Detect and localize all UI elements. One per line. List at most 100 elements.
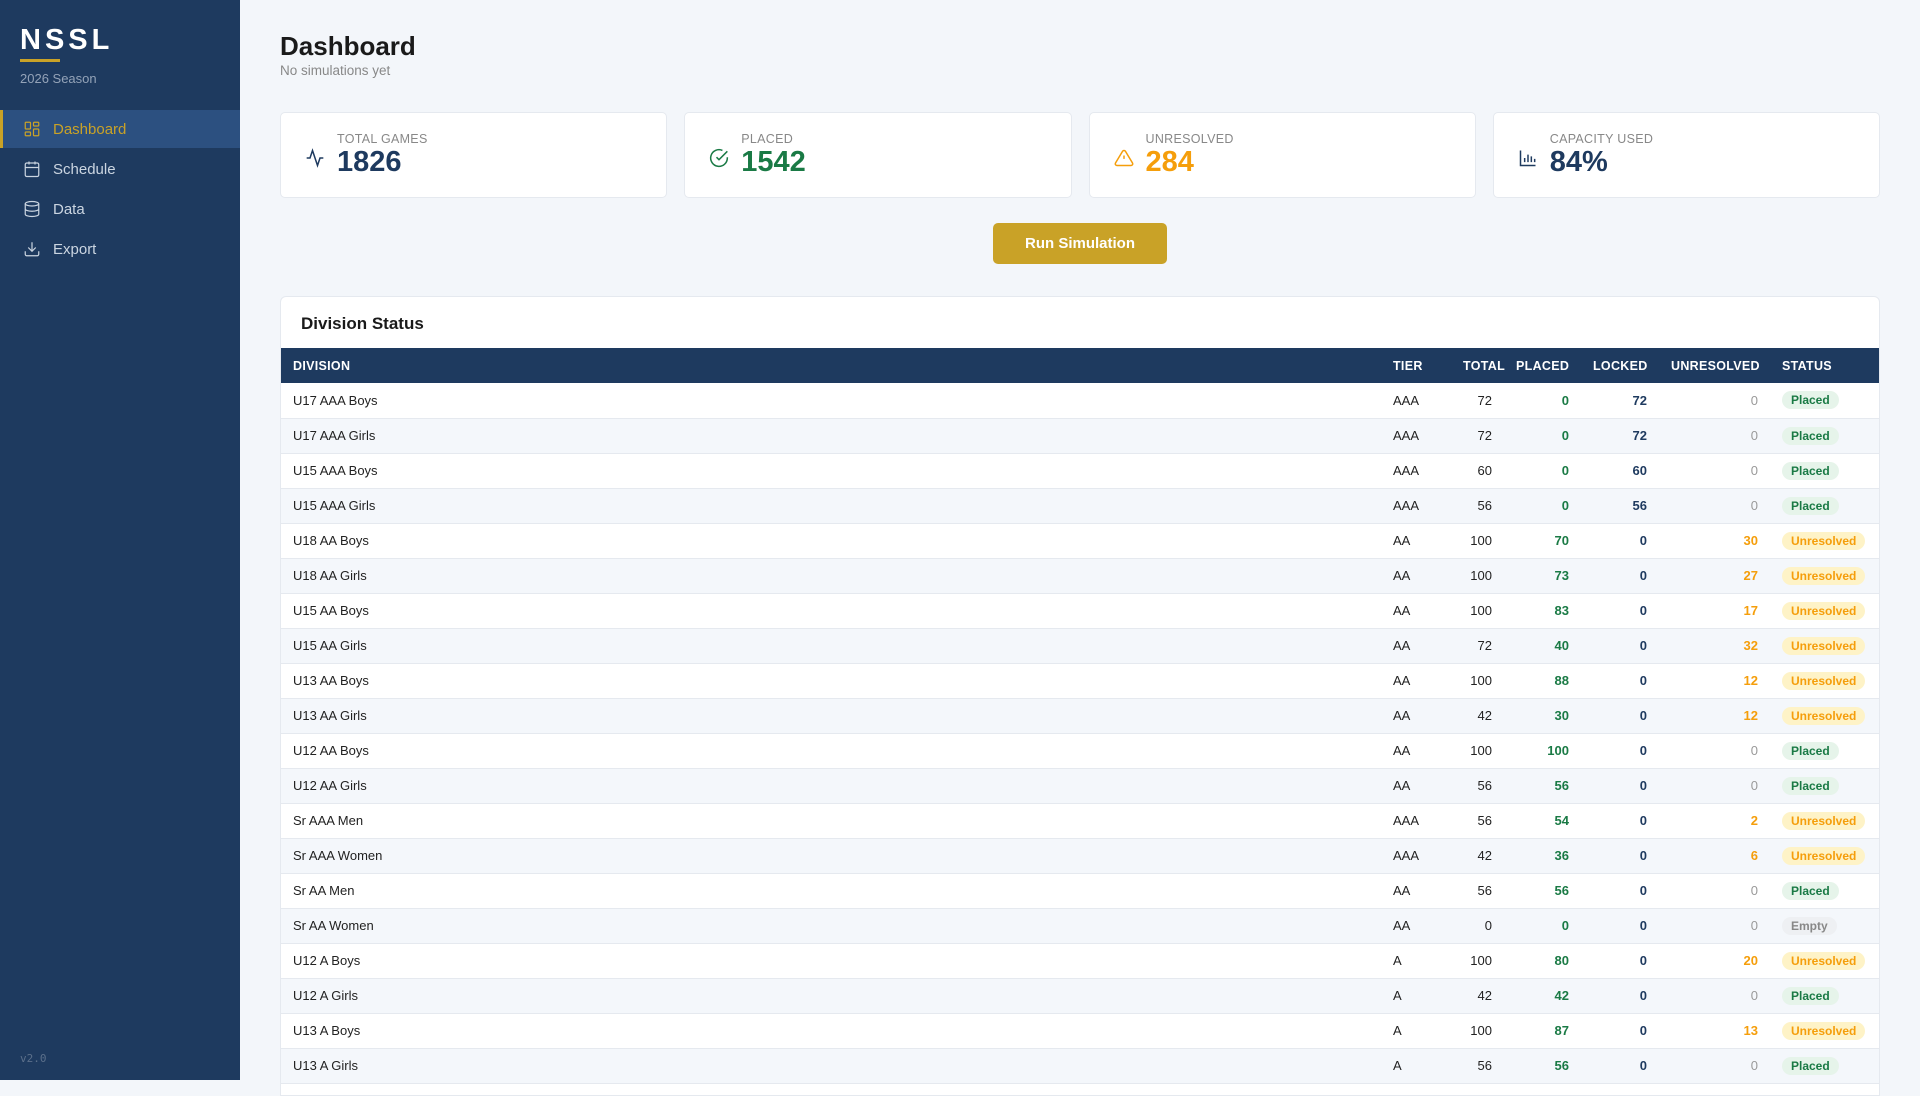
status-cell: Unresolved [1770,943,1879,979]
total-cell: 56 [1451,768,1504,804]
status-badge: Unresolved [1782,1021,1866,1040]
status-cell: Unresolved [1770,593,1879,629]
bar-chart-icon [1519,150,1536,167]
table-row: U12 AA Boys AA 100 100 0 0 Placed [281,733,1879,769]
status-cell: Placed [1770,978,1879,1014]
sidebar-item-export[interactable]: Export [0,230,240,268]
locked-cell: 0 [1581,978,1659,1014]
table-row: Sr AA Women AA 0 0 0 0 Empty [281,908,1879,944]
season-label: 2026 Season [20,71,97,86]
unresolved-cell: 0 [1659,873,1770,909]
locked-cell: 0 [1581,558,1659,594]
panel-title: Division Status [301,314,424,333]
division-status-panel: Division Status DIVISION TIER TOTAL PLAC… [280,296,1880,1096]
unresolved-cell: 0 [1659,453,1770,489]
table-row: U15 AAA Boys AAA 60 0 60 0 Placed [281,453,1879,489]
table-row: U18 AA Boys AA 100 70 0 30 Unresolved [281,523,1879,559]
stat-card-capacity: CAPACITY USED 84% [1492,112,1880,198]
locked-cell: 0 [1581,838,1659,874]
locked-cell: 60 [1581,453,1659,489]
col-division: DIVISION [281,348,1381,383]
unresolved-cell: 0 [1659,418,1770,454]
locked-cell: 56 [1581,488,1659,524]
division-cell: U15 AA Girls [281,628,1381,664]
sidebar: NSSL 2026 Season Dashboard Schedule Data… [0,0,240,1080]
unresolved-cell: 30 [1659,523,1770,559]
col-placed: PLACED [1504,348,1581,383]
sidebar-item-data[interactable]: Data [0,190,240,228]
placed-cell: 0 [1504,453,1581,489]
status-cell: Placed [1770,418,1879,454]
tier-cell: AAA [1381,453,1451,489]
status-cell: Placed [1770,453,1879,489]
sidebar-item-dashboard[interactable]: Dashboard [0,110,240,148]
total-cell: 100 [1451,593,1504,629]
placed-cell: 88 [1504,663,1581,699]
placed-cell: 80 [1504,943,1581,979]
status-cell: Placed [1770,873,1879,909]
table-row: U13 A Girls A 56 56 0 0 Placed [281,1048,1879,1084]
sidebar-item-schedule[interactable]: Schedule [0,150,240,188]
locked-cell: 0 [1581,873,1659,909]
sidebar-item-label: Data [53,200,85,218]
status-cell: Placed [1770,1048,1879,1084]
status-badge: Unresolved [1782,671,1866,690]
total-cell: 100 [1451,1013,1504,1049]
locked-cell: 0 [1581,803,1659,839]
table-row: U13 A Boys A 100 87 0 13 Unresolved [281,1013,1879,1049]
placed-cell: 56 [1504,873,1581,909]
tier-cell: AAA [1381,488,1451,524]
total-cell: 42 [1451,838,1504,874]
table-row: U12 A Girls A 42 42 0 0 Placed [281,978,1879,1014]
status-cell: Unresolved [1770,838,1879,874]
locked-cell: 0 [1581,1013,1659,1049]
total-cell: 42 [1451,698,1504,734]
status-badge: Unresolved [1782,601,1866,620]
division-cell: U13 AA Girls [281,698,1381,734]
division-cell: U13 A Boys [281,1013,1381,1049]
unresolved-cell: 0 [1659,908,1770,944]
stat-value: 1826 [337,146,402,178]
table-row: U18 AA Girls AA 100 73 0 27 Unresolved [281,558,1879,594]
total-cell: 100 [1451,733,1504,769]
division-cell: U15 AAA Girls [281,488,1381,524]
unresolved-cell: 12 [1659,663,1770,699]
placed-cell: 0 [1504,418,1581,454]
status-cell: Unresolved [1770,628,1879,664]
status-cell: Placed [1770,488,1879,524]
activity-icon [306,148,324,168]
locked-cell: 0 [1581,908,1659,944]
status-badge: Placed [1782,986,1839,1005]
locked-cell: 72 [1581,383,1659,419]
stat-label: CAPACITY USED [1549,132,1654,146]
total-cell: 56 [1451,873,1504,909]
placed-cell: 42 [1504,978,1581,1014]
status-cell: Unresolved [1770,803,1879,839]
status-cell: Unresolved [1770,698,1879,734]
status-badge: Placed [1782,881,1839,900]
unresolved-cell: 13 [1659,1013,1770,1049]
status-cell: Unresolved [1770,1013,1879,1049]
division-cell: U15 AAA Boys [281,453,1381,489]
tier-cell: AA [1381,908,1451,944]
total-cell: 100 [1451,523,1504,559]
locked-cell: 0 [1581,768,1659,804]
status-badge: Placed [1782,426,1839,445]
total-cell: 72 [1451,383,1504,419]
division-cell: Sr AA Women [281,908,1381,944]
sidebar-nav: Dashboard Schedule Data Export [0,110,240,270]
placed-cell: 83 [1504,593,1581,629]
locked-cell: 0 [1581,523,1659,559]
col-tier: TIER [1381,348,1451,383]
run-simulation-button[interactable]: Run Simulation [993,223,1167,264]
logo: NSSL [20,24,114,56]
tier-cell: AA [1381,698,1451,734]
total-cell: 0 [1451,908,1504,944]
status-cell: Unresolved [1770,558,1879,594]
status-badge: Unresolved [1782,706,1866,725]
locked-cell: 0 [1581,943,1659,979]
status-cell: Placed [1770,383,1879,419]
division-cell: U13 AA Boys [281,663,1381,699]
locked-cell: 72 [1581,418,1659,454]
unresolved-cell: 17 [1659,593,1770,629]
